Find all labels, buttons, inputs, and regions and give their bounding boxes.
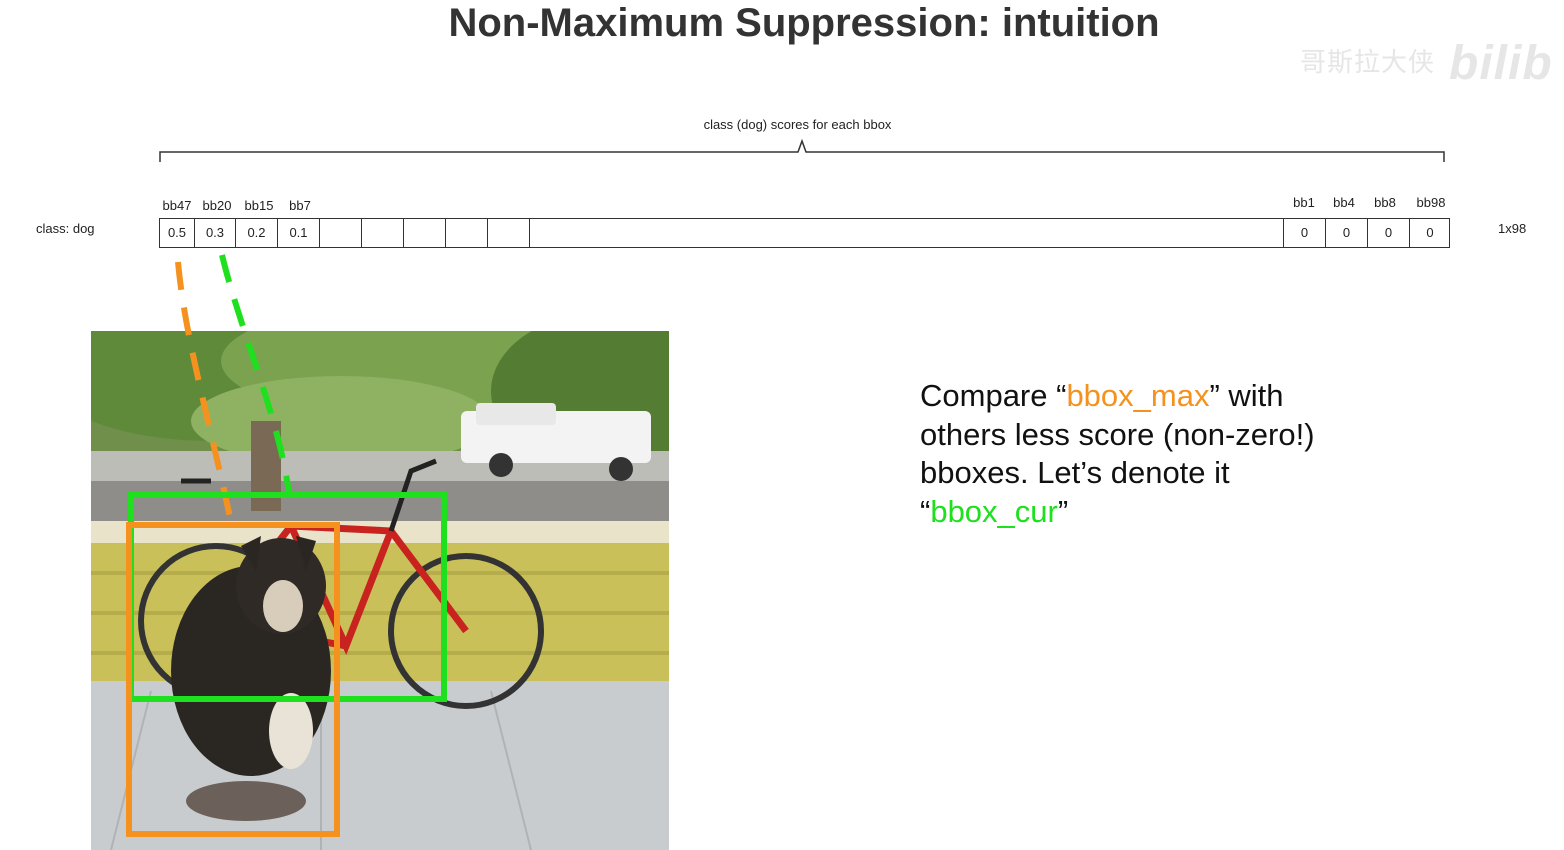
caption-line1-pre: Compare “ (920, 378, 1067, 413)
cell-header-bb15: bb15 (244, 198, 274, 213)
dog-bicycle-photo (91, 331, 669, 850)
brace-label: class (dog) scores for each bbox (703, 117, 892, 132)
score-cell: 0.2 (236, 219, 278, 247)
caption-line1-post: ” with (1209, 378, 1284, 413)
cell-header-bb8: bb8 (1374, 195, 1396, 210)
cell-header-bb98: bb98 (1416, 195, 1446, 210)
bbox-cur-term: bbox_cur (930, 493, 1058, 529)
watermark-text: 哥斯拉大侠 (1300, 47, 1436, 77)
score-cell: 0.3 (195, 219, 236, 247)
brace-bracket (159, 138, 1445, 162)
watermark: 哥斯拉大侠 bilib (1300, 28, 1553, 90)
cell-header-bb20: bb20 (202, 198, 232, 213)
score-cell (404, 219, 446, 247)
score-cell: 0 (1426, 225, 1434, 240)
cell-header-bb4: bb4 (1333, 195, 1355, 210)
score-cell (530, 219, 1284, 247)
score-cell (362, 219, 404, 247)
caption-line2: others less score (non-zero!) (920, 416, 1315, 452)
vector-dimension-label: 1x98 (1498, 221, 1527, 236)
cell-header-bb1: bb1 (1293, 195, 1315, 210)
class-label: class: dog (36, 221, 95, 236)
score-cell: 0 (1368, 219, 1410, 247)
cell-header-bb7: bb7 (289, 198, 311, 213)
caption-line4-pre: “ (920, 493, 931, 529)
score-cell: 0.5 (160, 219, 195, 247)
cell-header-bb47: bb47 (162, 198, 192, 213)
score-cell: 0.1 (278, 219, 320, 247)
score-vector: 0.5 0.3 0.2 0.1 0 0 0 0 (159, 218, 1450, 248)
score-cell: 0 (1284, 219, 1326, 247)
score-cell (488, 219, 530, 247)
score-cell (320, 219, 362, 247)
score-cell: 0 (1326, 219, 1368, 247)
caption-line3: bboxes. Let’s denote it (920, 455, 1230, 490)
caption-line4-post: ” (1057, 493, 1069, 529)
watermark-logo: bilib (1449, 37, 1553, 90)
bbox-max-term: bbox_max (1066, 378, 1210, 413)
caption-text: Compare “bbox_max” with others less scor… (920, 377, 1380, 531)
score-cell (446, 219, 488, 247)
